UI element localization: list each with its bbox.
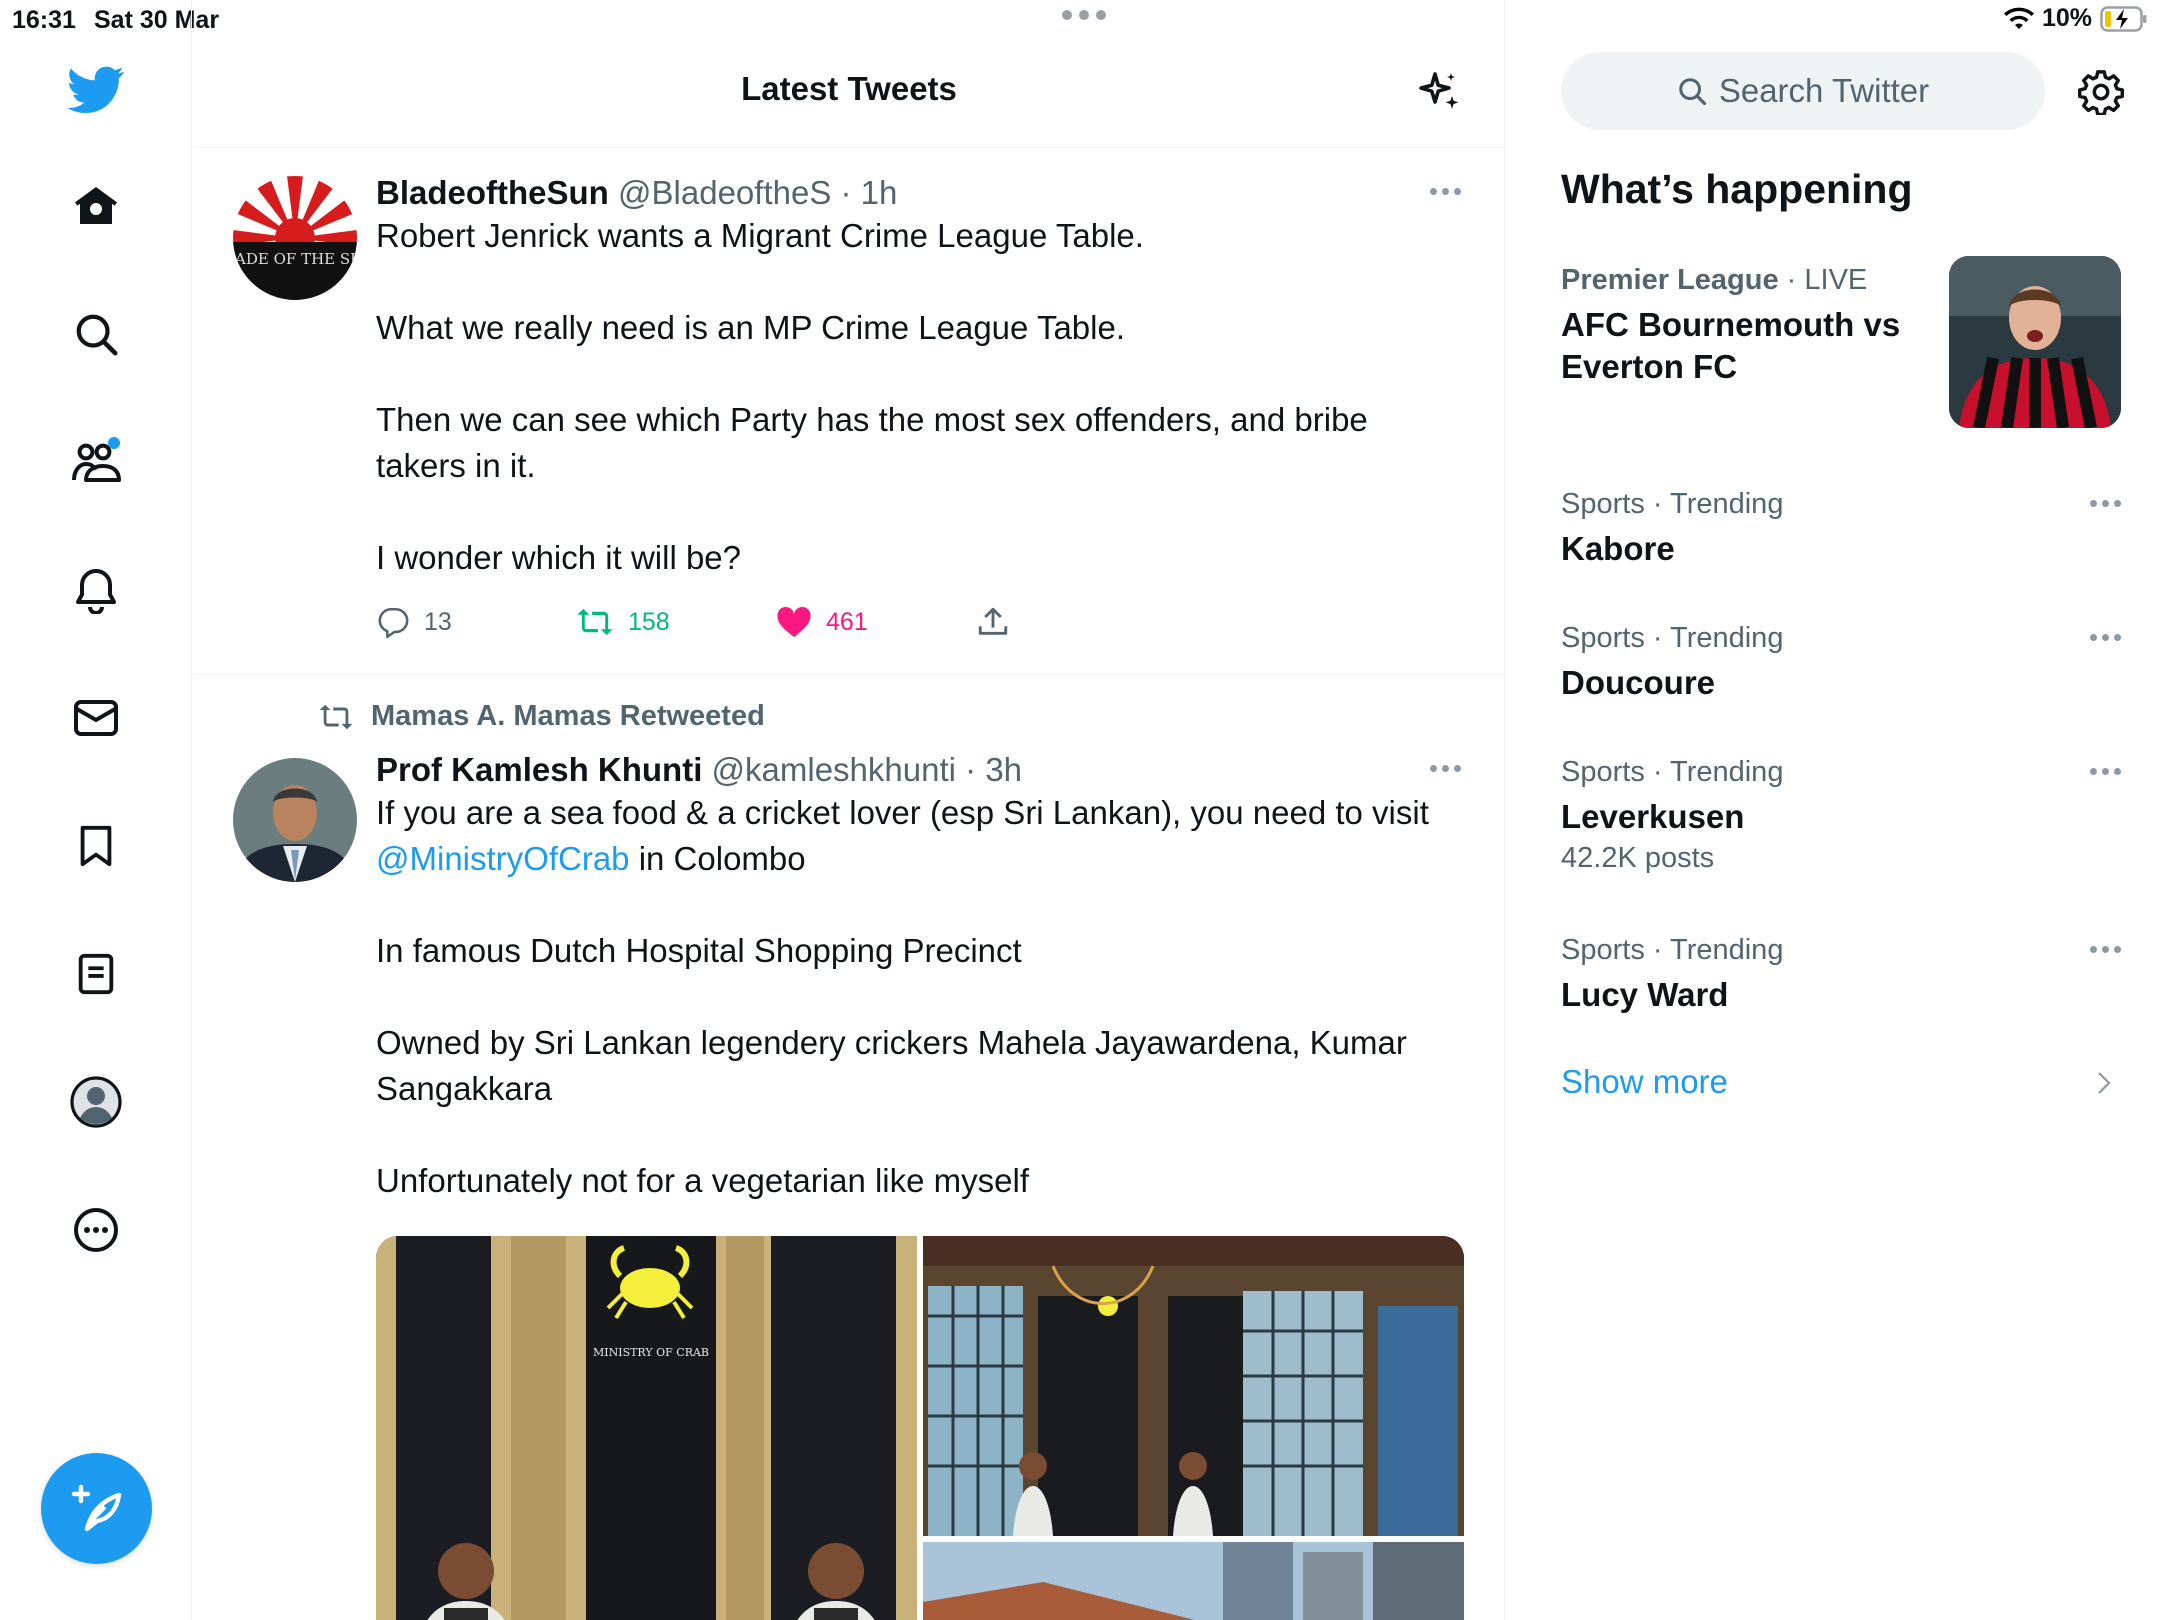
- tweet-line: Owned by Sri Lankan legendery crickers M…: [376, 1024, 1407, 1107]
- home-icon[interactable]: [56, 166, 136, 246]
- trend-more-button[interactable]: [2090, 634, 2121, 641]
- tweet-text-segment: in Colombo: [629, 840, 806, 877]
- trend-meta: Sports · Trending: [1561, 934, 1784, 966]
- tweet-header: Prof Kamlesh Khunti @kamleshkhunti · 3h: [376, 750, 1465, 790]
- tweet-more-button[interactable]: [1425, 179, 1465, 203]
- bookmarks-icon[interactable]: [56, 806, 136, 886]
- author-handle[interactable]: @BladeoftheS: [618, 174, 831, 211]
- trend-post-count: 42.2K posts: [1561, 842, 1715, 874]
- tweet-photo[interactable]: MINISTRY OF CRAB: [376, 1236, 917, 1620]
- trend-status: · LIVE: [1786, 264, 1868, 296]
- tweet-actions: 13 158 461: [376, 605, 1096, 645]
- trend-name: Kabore: [1561, 530, 1675, 567]
- trend-more-button[interactable]: [2090, 500, 2121, 507]
- timeline-header: Latest Tweets: [193, 40, 1505, 148]
- trend-item[interactable]: Sports · Trending Doucoure: [1561, 620, 2121, 704]
- messages-icon[interactable]: [56, 678, 136, 758]
- trend-more-button[interactable]: [2090, 768, 2121, 775]
- share-button[interactable]: [976, 605, 1010, 639]
- tweet-line: In famous Dutch Hospital Shopping Precin…: [376, 932, 1022, 969]
- tweet-line: Robert Jenrick wants a Migrant Crime Lea…: [376, 217, 1144, 254]
- share-icon: [978, 607, 1008, 635]
- twitter-logo-icon[interactable]: [56, 50, 136, 130]
- trend-item[interactable]: Sports · Trending Leverkusen 42.2K posts: [1561, 754, 2121, 878]
- retweet-button[interactable]: 158: [576, 605, 670, 639]
- left-navigation: [0, 0, 192, 1620]
- tweet-photo[interactable]: [923, 1542, 1464, 1620]
- compose-button[interactable]: [41, 1453, 152, 1564]
- communities-icon[interactable]: [56, 422, 136, 502]
- timeline-toggle-button[interactable]: [1409, 62, 1469, 122]
- trend-name: Leverkusen: [1561, 798, 1745, 835]
- avatar[interactable]: BLADE OF THE SUN: [233, 176, 357, 300]
- profile-icon[interactable]: [56, 1062, 136, 1142]
- tweet-time[interactable]: · 1h: [841, 174, 898, 211]
- author-name[interactable]: Prof Kamlesh Khunti: [376, 751, 702, 788]
- tweet-content: BladeoftheSun @BladeoftheS · 1h Robert J…: [376, 173, 1465, 581]
- tweet-line: What we really need is an MP Crime Leagu…: [376, 309, 1126, 346]
- tweet[interactable]: Mamas A. Mamas Retweeted Prof Kamlesh Kh…: [193, 676, 1505, 1620]
- tweet-text: If you are a sea food & a cricket lover …: [376, 790, 1465, 1204]
- reply-button[interactable]: 13: [376, 605, 452, 639]
- tweet-line: If you are a sea food & a cricket lover …: [376, 790, 1465, 882]
- timeline: Latest Tweets BLADE OF THE SUN Bladeoft: [193, 0, 1505, 1620]
- settings-button[interactable]: [2071, 62, 2131, 122]
- trend-item[interactable]: Sports · Trending Lucy Ward: [1561, 932, 2121, 1016]
- tweet-line: Then we can see which Party has the most…: [376, 401, 1368, 484]
- tweet[interactable]: BLADE OF THE SUN BladeoftheSun @Bladeoft…: [193, 149, 1505, 675]
- mention-link[interactable]: @MinistryOfCrab: [376, 840, 630, 877]
- tweet-photo[interactable]: [923, 1236, 1464, 1536]
- compose-icon: [71, 1484, 121, 1531]
- search-input[interactable]: Search Twitter: [1561, 52, 2045, 130]
- tweet-media-grid: MINISTRY OF CRAB: [376, 1236, 1464, 1620]
- trend-meta: Sports · Trending: [1561, 756, 1784, 788]
- reply-count: 13: [424, 607, 452, 636]
- page-title: Latest Tweets: [741, 70, 957, 107]
- tweet-text: Robert Jenrick wants a Migrant Crime Lea…: [376, 213, 1465, 581]
- trend-category: Premier League: [1561, 264, 1779, 296]
- tweet-line: Unfortunately not for a vegetarian like …: [376, 1162, 1029, 1199]
- heart-filled-icon: [777, 606, 811, 637]
- trend-name: Doucoure: [1561, 664, 1716, 701]
- gear-icon: [2078, 70, 2124, 115]
- like-button[interactable]: 461: [776, 605, 868, 639]
- tweet-content: Prof Kamlesh Khunti @kamleshkhunti · 3h …: [376, 750, 1465, 1204]
- more-icon[interactable]: [56, 1190, 136, 1270]
- trend-meta: Sports · Trending: [1561, 622, 1784, 654]
- trend-name: Lucy Ward: [1561, 976, 1729, 1013]
- trend-item[interactable]: Sports · Trending Kabore: [1561, 486, 2121, 570]
- reply-icon: [378, 607, 409, 639]
- featured-trend[interactable]: Premier League · LIVE AFC Bournemouth vs…: [1561, 256, 2121, 428]
- search-icon[interactable]: [56, 294, 136, 374]
- right-sidebar: Search Twitter What’s happening Premier …: [1506, 0, 2160, 1620]
- tweet-header: BladeoftheSun @BladeoftheS · 1h: [376, 173, 1465, 213]
- retweeted-by[interactable]: Mamas A. Mamas Retweeted: [317, 700, 765, 733]
- avatar-text: BLADE OF THE SUN: [233, 250, 357, 268]
- author-name[interactable]: BladeoftheSun: [376, 174, 609, 211]
- author-handle[interactable]: @kamleshkhunti: [712, 751, 956, 788]
- trend-more-button[interactable]: [2090, 946, 2121, 953]
- notifications-icon[interactable]: [56, 550, 136, 630]
- sign-text: MINISTRY OF CRAB: [593, 1346, 709, 1359]
- search-icon: [1679, 78, 1706, 106]
- chevron-right-icon: [2098, 1072, 2111, 1094]
- trend-image: [1949, 256, 2121, 428]
- sparkle-icon: [1419, 72, 1459, 109]
- tweet-time[interactable]: · 3h: [965, 751, 1022, 788]
- trend-title: AFC Bournemouth vs Everton FC: [1561, 306, 1901, 385]
- section-title: What’s happening: [1561, 166, 1913, 212]
- retweet-icon: [577, 608, 613, 636]
- tweet-text-segment: If you are a sea food & a cricket lover …: [376, 794, 1429, 831]
- show-more-link[interactable]: Show more: [1561, 1063, 1728, 1101]
- trend-meta: Sports · Trending: [1561, 488, 1784, 520]
- like-count: 461: [826, 607, 868, 636]
- tweet-line: I wonder which it will be?: [376, 539, 741, 576]
- retweet-icon: [319, 704, 353, 729]
- avatar[interactable]: [233, 758, 357, 882]
- retweeted-by-label: Mamas A. Mamas Retweeted: [371, 700, 765, 732]
- retweet-count: 158: [628, 607, 670, 636]
- tweet-more-button[interactable]: [1425, 756, 1465, 780]
- lists-icon[interactable]: [56, 934, 136, 1014]
- search-placeholder: Search Twitter: [1718, 72, 1930, 109]
